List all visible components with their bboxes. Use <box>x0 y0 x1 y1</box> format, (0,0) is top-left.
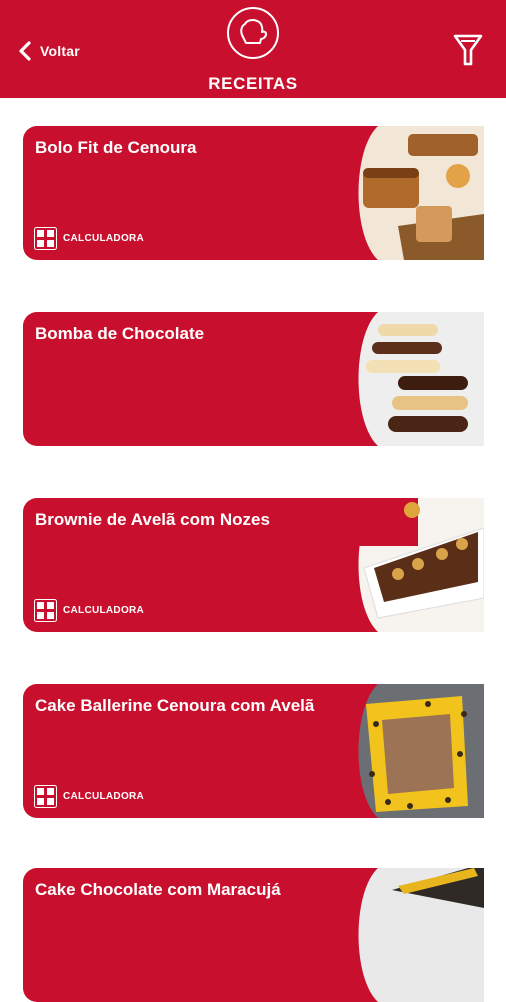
app-header: Voltar RECEITAS <box>0 0 506 98</box>
calculator-button[interactable]: CALCULADORA <box>34 227 144 250</box>
chocolate-passionfruit-cake-photo <box>358 868 484 1002</box>
recipe-title: Cake Ballerine Cenoura com Avelã <box>35 696 315 715</box>
recipe-title: Bomba de Chocolate <box>35 324 205 343</box>
back-label: Voltar <box>40 43 80 59</box>
calculator-icon <box>34 599 57 622</box>
recipe-card[interactable]: Bolo Fit de Cenoura CALCULADORA <box>23 126 484 260</box>
recipe-card[interactable]: Bomba de Chocolate <box>23 312 484 446</box>
calculator-label: CALCULADORA <box>63 605 145 616</box>
chocolate-eclairs-photo <box>358 312 484 446</box>
recipe-title: Brownie de Avelã com Nozes <box>35 510 270 529</box>
calculator-button[interactable]: CALCULADORA <box>34 785 144 808</box>
chevron-left-icon <box>19 41 31 61</box>
calculator-icon <box>34 227 57 250</box>
calculator-icon <box>34 785 57 808</box>
oven-mitt-icon <box>227 7 279 59</box>
recipe-card[interactable]: Cake Ballerine Cenoura com Avelã CALCULA… <box>23 684 484 818</box>
page-title: RECEITAS <box>208 74 298 93</box>
hazelnut-brownie-photo <box>358 498 484 632</box>
recipe-card[interactable]: Brownie de Avelã com Nozes CALCULADORA <box>23 498 484 632</box>
calculator-label: CALCULADORA <box>63 791 145 802</box>
carrot-hazelnut-cake-photo <box>358 684 484 818</box>
calculator-button[interactable]: CALCULADORA <box>34 599 144 622</box>
carrot-cake-loaf-photo <box>358 126 484 260</box>
filter-funnel-icon[interactable] <box>452 32 484 68</box>
recipe-title: Cake Chocolate com Maracujá <box>35 880 281 899</box>
recipe-card[interactable]: Cake Chocolate com Maracujá <box>23 868 484 1002</box>
recipe-title: Bolo Fit de Cenoura <box>35 138 197 157</box>
calculator-label: CALCULADORA <box>63 233 145 244</box>
back-button[interactable]: Voltar <box>18 36 80 66</box>
